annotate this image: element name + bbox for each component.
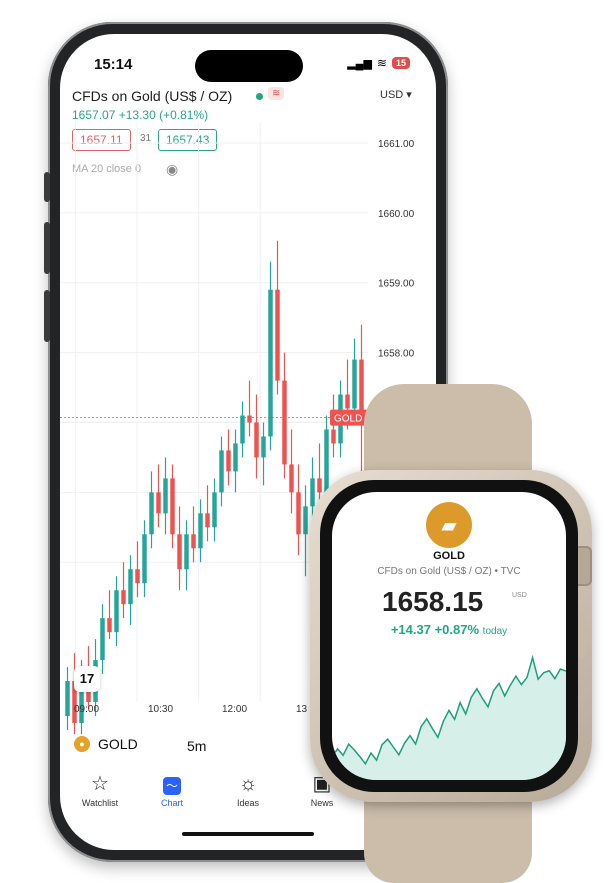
candle-body — [170, 478, 175, 535]
candle-body — [303, 506, 308, 535]
gold-coin-icon: ● — [74, 736, 90, 752]
price-tick-label: 1659.00 — [378, 279, 415, 290]
candle-body — [205, 513, 210, 528]
candle-body — [275, 289, 280, 381]
candle-body — [163, 478, 168, 514]
symbol-price-label: GOLD — [334, 414, 362, 425]
time-label: 09:00 — [74, 704, 100, 715]
candle-body — [296, 492, 301, 535]
candle-body — [184, 534, 189, 570]
phone-volume-down — [44, 290, 50, 342]
watch-screen: ▰ GOLD CFDs on Gold (US$ / OZ) • TVC 165… — [332, 492, 566, 780]
watch-change-pct: +0.87% — [434, 622, 480, 637]
watch-band-bottom — [364, 790, 532, 883]
tab-label: Ideas — [236, 798, 260, 808]
dynamic-island — [195, 50, 303, 82]
time-label: 13 — [296, 704, 308, 715]
candle-body — [149, 492, 154, 535]
tab-label: News — [310, 798, 334, 808]
candle-body — [289, 464, 294, 493]
exchange-tag: ≋ — [268, 87, 285, 100]
symbol-name: GOLD — [98, 736, 138, 752]
tab-chart[interactable]: 〜 Chart — [142, 772, 202, 808]
candle-body — [121, 590, 126, 605]
bulb-icon: ☼ — [238, 773, 258, 795]
candle-body — [212, 492, 217, 528]
watch-price: 1658.15 — [382, 586, 484, 617]
price-tick-label: 1661.00 — [378, 139, 415, 150]
market-open-dot — [256, 93, 263, 100]
watch-symbol-name: GOLD — [433, 550, 465, 562]
watch-change-abs: +14.37 — [390, 622, 431, 637]
candle-body — [128, 569, 133, 605]
candle-body — [324, 429, 329, 493]
tab-ideas[interactable]: ☼ Ideas — [218, 772, 278, 808]
watch-change: +14.37 +0.87% today — [332, 622, 566, 637]
tab-watchlist[interactable]: ☆ Watchlist — [70, 772, 130, 808]
price-tick-label: 1658.00 — [378, 349, 415, 360]
symbol-title[interactable]: CFDs on Gold (US$ / OZ) — [72, 88, 232, 104]
candle-body — [219, 450, 224, 493]
last-price: 1657.07 — [72, 108, 116, 122]
candle-body — [107, 618, 112, 633]
candle-body — [268, 289, 273, 437]
time-label: 10:30 — [148, 704, 174, 715]
candle-body — [191, 534, 196, 549]
watch-price-unit: USD — [512, 592, 527, 599]
chart-icon: 〜 — [142, 772, 202, 796]
candle-body — [345, 394, 350, 409]
status-icons: ▂▄▆ ≋ 15 — [347, 56, 410, 70]
star-icon: ☆ — [91, 773, 109, 795]
candle-body — [226, 450, 231, 472]
watch-symbol-description: CFDs on Gold (US$ / OZ) • TVC — [377, 566, 521, 577]
tab-label: Watchlist — [81, 798, 119, 808]
home-indicator — [182, 832, 314, 836]
wifi-icon: ≋ — [376, 56, 387, 70]
candle-body — [142, 534, 147, 584]
candle-body — [240, 415, 245, 444]
candle-body — [310, 478, 315, 507]
tab-label: Chart — [160, 798, 183, 808]
candle-body — [317, 478, 322, 493]
candle-body — [282, 380, 287, 465]
interval-selector[interactable]: 5m — [187, 738, 206, 754]
candle-body — [198, 513, 203, 549]
battery-icon: 15 — [391, 57, 410, 69]
tradingview-logo-icon[interactable]: 17 — [74, 666, 100, 692]
price-change: +13.30 (+0.81%) — [118, 108, 209, 122]
signal-icon: ▂▄▆ — [347, 57, 372, 70]
watch-change-period: today — [482, 626, 508, 637]
symbol-selector[interactable]: ● GOLD — [74, 736, 138, 752]
candle-body — [135, 569, 140, 584]
price-tick-label: 1660.00 — [378, 209, 415, 220]
candle-body — [100, 618, 105, 661]
quote-line: 1657.07 +13.30 (+0.81%) — [72, 108, 208, 122]
candle-body — [233, 443, 238, 472]
candle-body — [352, 359, 357, 409]
phone-volume-up — [44, 222, 50, 274]
watch-area-chart — [332, 654, 566, 780]
candle-body — [247, 415, 252, 423]
candle-body — [331, 429, 336, 444]
phone-side-button — [44, 172, 50, 202]
time-label: 12:00 — [222, 704, 248, 715]
gold-bars-icon: ▰ — [426, 502, 472, 548]
candle-body — [359, 359, 364, 418]
currency-selector[interactable]: USD ▾ — [380, 88, 412, 101]
candle-body — [177, 534, 182, 570]
candle-body — [114, 590, 119, 633]
candle-body — [156, 492, 161, 514]
status-time: 15:14 — [94, 56, 133, 73]
candle-body — [261, 436, 266, 458]
candle-body — [254, 422, 259, 458]
